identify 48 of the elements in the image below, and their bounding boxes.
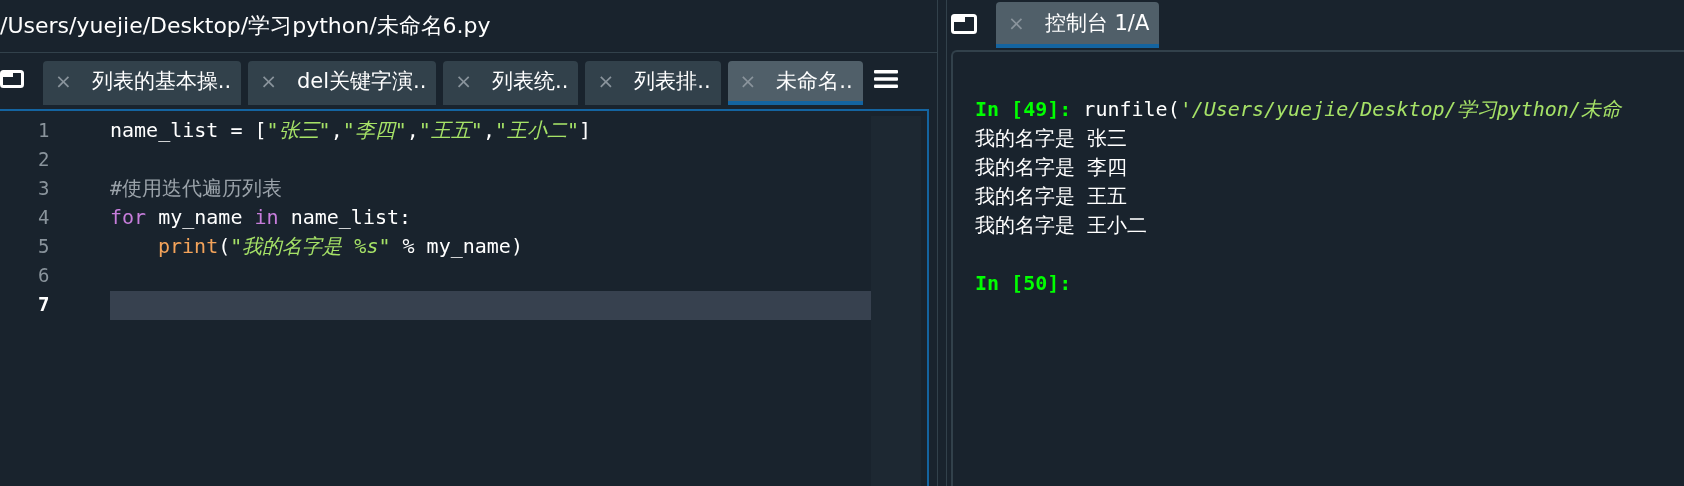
- code-text: ,: [406, 118, 419, 142]
- console-output: 我的名字是 王小二: [975, 213, 1148, 237]
- code-text: name_list:: [289, 205, 412, 229]
- close-icon[interactable]: ×: [55, 69, 72, 93]
- close-icon[interactable]: ×: [597, 69, 615, 93]
- line-number: 6: [37, 263, 51, 288]
- console-output: runfile(: [1082, 97, 1180, 121]
- input-prompt: In [49]:: [975, 97, 1072, 121]
- close-icon[interactable]: ×: [455, 69, 473, 93]
- window-icon[interactable]: [0, 70, 24, 88]
- console-output: 我的名字是 张三: [975, 126, 1128, 150]
- code-text: % my_name): [401, 234, 523, 258]
- code-text: name_list = [: [110, 118, 267, 142]
- code-text: (: [218, 234, 231, 258]
- string-literal: "我的名字是 %s": [230, 234, 391, 258]
- file-tab[interactable]: × 列表排..: [585, 61, 721, 105]
- file-path: /Users/yuejie/Desktop/学习python/未命名6.py: [0, 12, 491, 40]
- console-output: 我的名字是 李四: [975, 155, 1128, 179]
- line-number: 2: [37, 147, 51, 172]
- scrollbar-track[interactable]: [871, 116, 921, 486]
- keyword: in: [254, 205, 279, 229]
- file-tab[interactable]: × 未命名..: [727, 61, 863, 105]
- line-number: 1: [37, 118, 51, 143]
- code-comment: #使用迭代遍历列表: [110, 176, 283, 200]
- code-text: ]: [579, 118, 592, 142]
- console-tab[interactable]: × 控制台 1/A: [996, 2, 1160, 48]
- code-text: my_name: [157, 205, 244, 229]
- string-literal: "王五": [418, 118, 483, 142]
- string-literal: "王小二": [494, 118, 580, 142]
- window-icon[interactable]: [951, 14, 977, 34]
- code-text: ,: [330, 118, 343, 142]
- line-number: 3: [37, 176, 51, 201]
- line-number: 5: [37, 234, 51, 259]
- file-tab[interactable]: × 列表的基本操..: [43, 61, 242, 105]
- file-tab[interactable]: × 列表统..: [443, 61, 579, 105]
- console-output: 我的名字是 王五: [975, 184, 1128, 208]
- close-icon[interactable]: ×: [260, 69, 277, 93]
- builtin-name: print: [158, 234, 219, 258]
- string-literal: "李四": [342, 118, 407, 142]
- string-literal: '/Users/yuejie/Desktop/学习python/未命: [1179, 97, 1621, 121]
- file-tab[interactable]: × del关键字演..: [248, 61, 437, 105]
- menu-icon[interactable]: [873, 69, 898, 89]
- line-number: 7: [37, 292, 51, 317]
- input-prompt: In [50]:: [975, 271, 1072, 295]
- string-literal: "张三": [266, 118, 331, 142]
- keyword: for: [110, 205, 147, 229]
- code-text: ,: [482, 118, 495, 142]
- line-number: 4: [37, 205, 51, 230]
